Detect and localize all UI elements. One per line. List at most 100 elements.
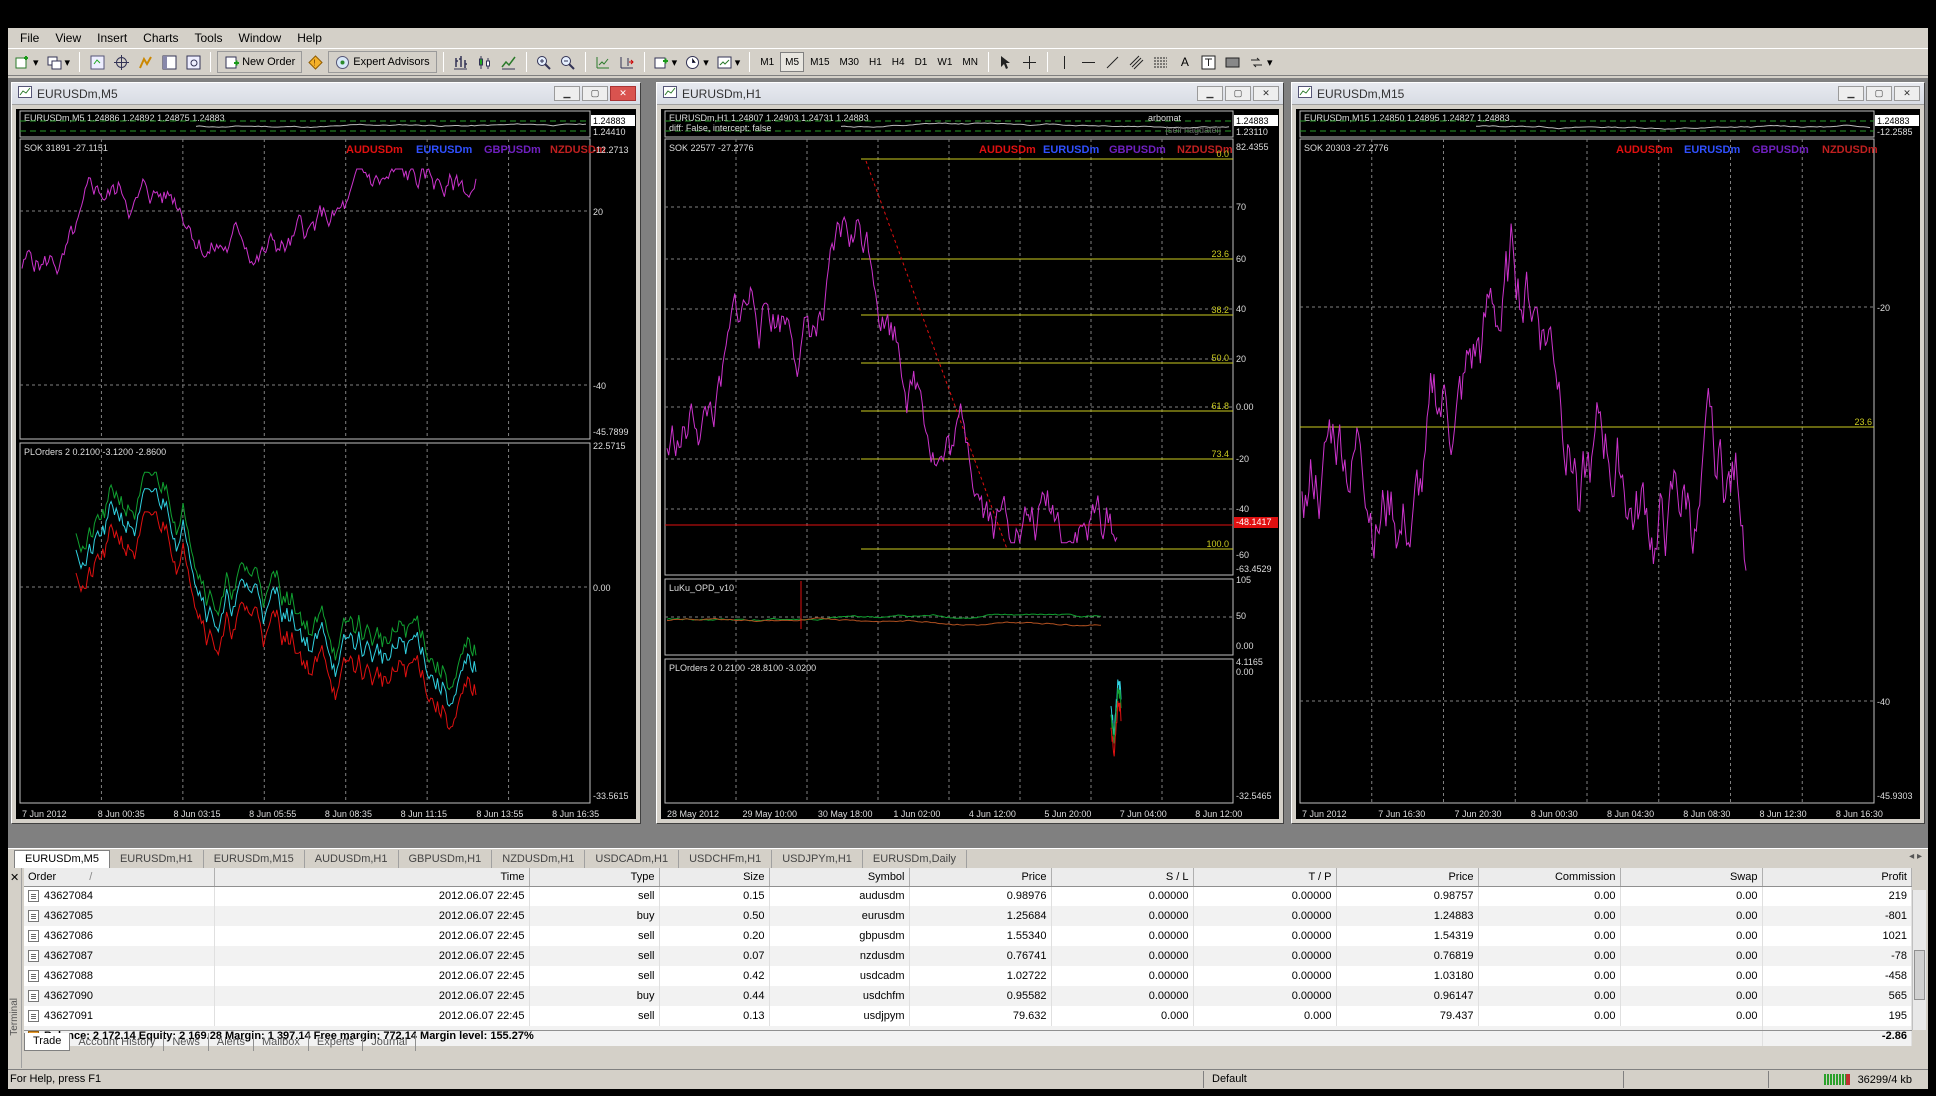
terminal-button[interactable] [158,51,180,73]
market-watch-button[interactable] [86,51,108,73]
column-header-size[interactable]: Size [659,868,770,887]
terminal-scrollbar[interactable] [1912,890,1926,1030]
timeframe-d1[interactable]: D1 [911,52,932,72]
tab-account-history[interactable]: Account History [70,1032,165,1051]
menu-insert[interactable]: Insert [89,31,135,45]
chart-svg[interactable]: EURUSDm,H1 1.24807 1.24903 1.24731 1.248… [661,109,1279,821]
chart-tab[interactable]: NZDUSDm,H1 [492,849,586,868]
tab-experts[interactable]: Experts [309,1032,364,1051]
scrollbar-thumb[interactable] [1914,950,1925,1000]
menu-charts[interactable]: Charts [135,31,186,45]
maximize-button[interactable]: ▢ [1225,86,1251,101]
arrows-button[interactable]: ▾ [1246,51,1276,73]
zoom-out-button[interactable] [557,51,579,73]
profiles-button[interactable]: ▾ [44,51,74,73]
chart-svg[interactable]: EURUSDm,M5 1.24886 1.24892 1.24875 1.248… [16,109,636,821]
timeframe-m15[interactable]: M15 [806,52,833,72]
close-icon[interactable]: ✕ [10,871,19,884]
timeframe-m30[interactable]: M30 [836,52,863,72]
column-header-swap[interactable]: Swap [1620,868,1763,887]
menu-view[interactable]: View [47,31,89,45]
table-row[interactable]: 43627091 2012.06.07 22:45 sell 0.13 usdjpym 7… [24,1006,1912,1026]
crosshair-tool-button[interactable] [1019,51,1041,73]
chart-svg[interactable]: EURUSDm,M15 1.24850 1.24895 1.24827 1.24… [1296,109,1920,821]
expert-advisors-button[interactable]: Expert Advisors [328,51,437,73]
column-header-current-price[interactable]: Price [1336,868,1479,887]
table-row[interactable]: 43627088 2012.06.07 22:45 sell 0.42 usdcadm 1… [24,966,1912,986]
timeframe-h4[interactable]: H4 [888,52,909,72]
indicators-button[interactable]: ▾ [651,51,681,73]
new-order-button[interactable]: New Order [217,51,303,73]
tab-news[interactable]: News [164,1032,209,1051]
vertical-line-button[interactable] [1054,51,1076,73]
column-header-price[interactable]: Price [909,868,1052,887]
minimize-button[interactable]: ▁ [1838,86,1864,101]
timeframe-w1[interactable]: W1 [933,52,956,72]
column-header-time[interactable]: Time [214,868,530,887]
chart-tab[interactable]: USDCADm,H1 [585,849,680,868]
window-title-bar[interactable]: EURUSDm,M5 ▁ ▢ ✕ [12,83,640,105]
chart-tab[interactable]: EURUSDm,M15 [204,849,305,868]
status-profile[interactable]: Default [1203,1071,1623,1088]
periods-button[interactable]: ▾ [682,51,712,73]
column-header-order[interactable]: Order / [24,868,215,887]
chart-tab[interactable]: EURUSDm,H1 [110,849,204,868]
column-header-type[interactable]: Type [529,868,660,887]
menu-tools[interactable]: Tools [187,31,231,45]
fibonacci-button[interactable] [1150,51,1172,73]
candlestick-button[interactable] [474,51,496,73]
chart-window-eurusd-m15[interactable]: EURUSDm,M15 ▁ ▢ ✕ EURUSDm,M15 1.24850 1.… [1291,82,1925,824]
new-chart-button[interactable]: ▾ [12,51,42,73]
chart-canvas[interactable]: EURUSDm,M15 1.24850 1.24895 1.24827 1.24… [1296,109,1920,819]
chart-tab[interactable]: USDCHFm,H1 [679,849,773,868]
column-header-tp[interactable]: T / P [1193,868,1337,887]
table-row[interactable]: 43627087 2012.06.07 22:45 sell 0.07 nzdusdm 0… [24,946,1912,966]
chart-tab[interactable]: EURUSDm,Daily [863,849,968,868]
chart-canvas[interactable]: EURUSDm,M5 1.24886 1.24892 1.24875 1.248… [16,109,636,819]
metaeditor-button[interactable]: ! [304,51,326,73]
table-row[interactable]: 43627090 2012.06.07 22:45 buy 0.44 usdchfm 0.… [24,986,1912,1006]
chart-canvas[interactable]: EURUSDm,H1 1.24807 1.24903 1.24731 1.248… [661,109,1279,819]
menu-help[interactable]: Help [289,31,330,45]
tab-journal[interactable]: Journal [363,1032,417,1051]
maximize-button[interactable]: ▢ [582,86,608,101]
line-chart-button[interactable] [498,51,520,73]
column-header-commission[interactable]: Commission [1478,868,1621,887]
rectangle-tool-button[interactable] [1222,51,1244,73]
equidistant-channel-button[interactable] [1126,51,1148,73]
tab-alerts[interactable]: Alerts [209,1032,254,1051]
timeframe-m5[interactable]: M5 [780,52,805,72]
chart-window-eurusd-h1[interactable]: EURUSDm,H1 ▁ ▢ ✕ EURUSDm,H1 1.24807 1.24… [656,82,1284,824]
horizontal-line-button[interactable] [1078,51,1100,73]
maximize-button[interactable]: ▢ [1866,86,1892,101]
column-header-symbol[interactable]: Symbol [769,868,910,887]
chart-tab[interactable]: USDJPYm,H1 [772,849,863,868]
data-window-button[interactable] [110,51,132,73]
chart-tab[interactable]: EURUSDm,M5 [14,849,110,868]
navigator-button[interactable] [134,51,156,73]
status-connection[interactable]: 36299/4 kb [1768,1071,1918,1088]
menu-window[interactable]: Window [231,31,290,45]
trendline-button[interactable] [1102,51,1124,73]
cursor-tool-button[interactable] [995,51,1017,73]
chart-tab[interactable]: GBPUSDm,H1 [399,849,493,868]
table-row[interactable]: 43627085 2012.06.07 22:45 buy 0.50 eurusdm 1.… [24,906,1912,926]
minimize-button[interactable]: ▁ [1197,86,1223,101]
chart-tab[interactable]: AUDUSDm,H1 [305,849,399,868]
zoom-in-button[interactable] [533,51,555,73]
tab-scroll-arrows[interactable]: ◂ ▸ [1909,851,1922,862]
close-button[interactable]: ✕ [1894,86,1920,101]
close-button[interactable]: ✕ [610,86,636,101]
chart-shift-button[interactable] [616,51,638,73]
column-header-sl[interactable]: S / L [1051,868,1194,887]
close-button[interactable]: ✕ [1253,86,1279,101]
table-row[interactable]: 43627086 2012.06.07 22:45 sell 0.20 gbpusdm 1… [24,926,1912,946]
templates-button[interactable]: ▾ [714,51,744,73]
auto-scroll-button[interactable] [592,51,614,73]
chart-window-eurusd-m5[interactable]: EURUSDm,M5 ▁ ▢ ✕ EURUSDm,M5 1.24886 1.24… [11,82,641,824]
minimize-button[interactable]: ▁ [554,86,580,101]
timeframe-mn[interactable]: MN [958,52,982,72]
timeframe-m1[interactable]: M1 [756,52,778,72]
bar-chart-button[interactable] [450,51,472,73]
text-label-button[interactable] [1198,51,1220,73]
